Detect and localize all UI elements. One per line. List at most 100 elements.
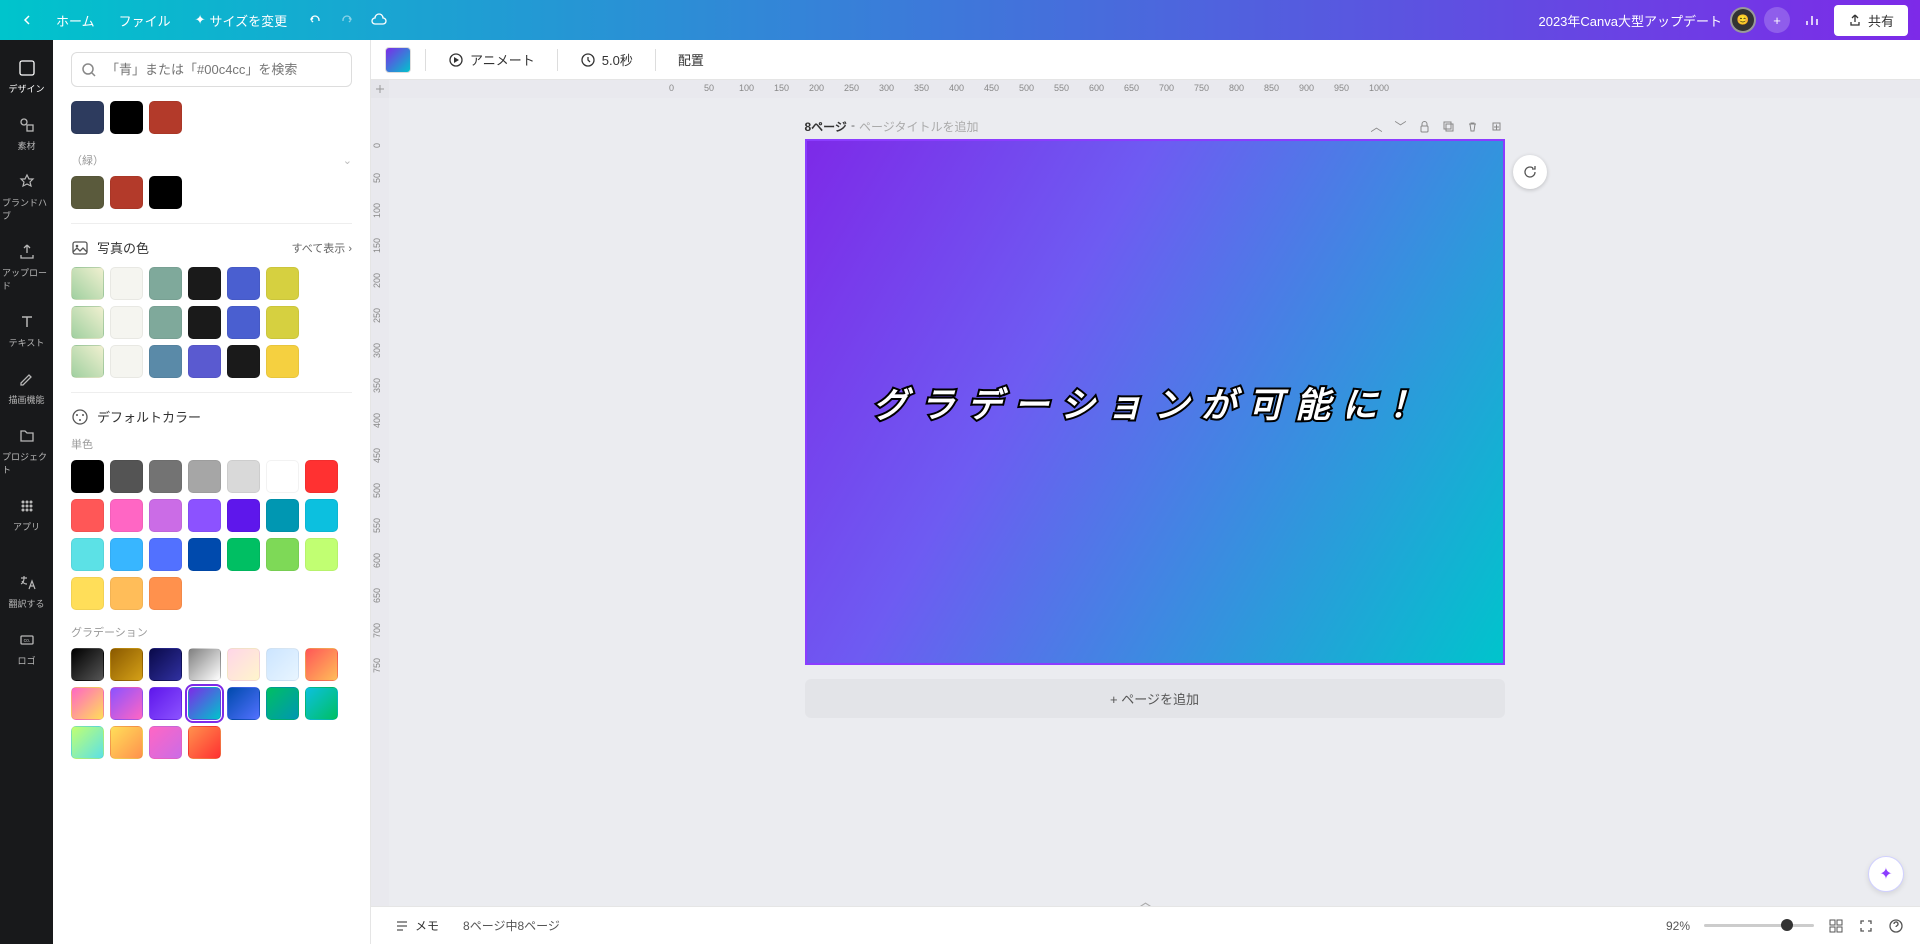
animate-button[interactable]: アニメート [440, 46, 543, 73]
color-swatch[interactable] [227, 267, 260, 300]
nav-design[interactable]: デザイン [0, 48, 53, 105]
color-swatch[interactable] [110, 267, 143, 300]
show-all-button[interactable]: すべて表示 › [291, 240, 352, 256]
color-swatch[interactable] [149, 577, 182, 610]
color-swatch[interactable] [266, 267, 299, 300]
color-swatch[interactable] [71, 460, 104, 493]
color-swatch[interactable] [188, 460, 221, 493]
resize-button[interactable]: ✦ サイズを変更 [185, 5, 298, 36]
nav-upload[interactable]: アップロード [0, 232, 53, 302]
color-swatch[interactable] [305, 460, 338, 493]
color-swatch[interactable] [71, 499, 104, 532]
color-swatch[interactable] [110, 648, 143, 681]
canvas-page[interactable]: グラデーションが可能に！ [805, 139, 1505, 665]
color-swatch[interactable] [149, 345, 182, 378]
color-swatch[interactable] [149, 460, 182, 493]
color-swatch[interactable] [110, 101, 143, 134]
color-swatch[interactable] [149, 538, 182, 571]
canvas-text[interactable]: グラデーションが可能に！ [873, 377, 1436, 428]
color-swatch[interactable] [149, 648, 182, 681]
position-button[interactable]: 配置 [670, 46, 712, 73]
expand-handle[interactable]: ︿ [1126, 894, 1166, 906]
zoom-value[interactable]: 92% [1666, 919, 1690, 933]
color-swatch[interactable] [266, 538, 299, 571]
color-swatch[interactable] [227, 306, 260, 339]
share-button[interactable]: 共有 [1834, 5, 1908, 36]
help-button[interactable] [1888, 918, 1904, 934]
color-swatch[interactable] [227, 345, 260, 378]
color-swatch[interactable] [188, 306, 221, 339]
nav-draw[interactable]: 描画機能 [0, 359, 53, 416]
color-swatch[interactable] [149, 176, 182, 209]
home-button[interactable]: ホーム [46, 5, 105, 36]
color-swatch[interactable] [149, 499, 182, 532]
duration-button[interactable]: 5.0秒 [572, 46, 641, 73]
magic-button[interactable]: ✦ [1868, 856, 1904, 892]
color-swatch[interactable] [227, 648, 260, 681]
project-title[interactable]: 2023年Canva大型アップデート [1538, 11, 1722, 30]
photo-thumb[interactable] [71, 306, 104, 339]
nav-apps[interactable]: アプリ [0, 486, 53, 543]
color-swatch[interactable] [188, 687, 221, 720]
delete-page-button[interactable] [1465, 119, 1481, 135]
more-page-button[interactable] [1489, 119, 1505, 135]
color-swatch[interactable] [266, 687, 299, 720]
color-swatch[interactable] [227, 460, 260, 493]
color-swatch[interactable] [227, 687, 260, 720]
color-swatch[interactable] [188, 345, 221, 378]
color-swatch[interactable] [305, 687, 338, 720]
undo-button[interactable] [301, 6, 329, 34]
color-swatch[interactable] [305, 538, 338, 571]
nav-text[interactable]: テキスト [0, 302, 53, 359]
zoom-slider[interactable] [1704, 924, 1814, 927]
color-swatch[interactable] [110, 345, 143, 378]
redo-button[interactable] [333, 6, 361, 34]
color-swatch[interactable] [71, 726, 104, 759]
color-swatch[interactable] [227, 538, 260, 571]
fill-color-button[interactable] [385, 47, 411, 73]
color-swatch[interactable] [110, 687, 143, 720]
color-swatch[interactable] [266, 648, 299, 681]
add-page-button[interactable]: + ページを追加 [805, 679, 1505, 718]
color-search-input[interactable] [71, 52, 352, 87]
color-swatch[interactable] [188, 267, 221, 300]
nav-brandhub[interactable]: ブランドハブ [0, 162, 53, 232]
color-swatch[interactable] [305, 499, 338, 532]
grid-view-button[interactable] [1828, 918, 1844, 934]
chevron-down-icon[interactable]: ⌄ [343, 154, 352, 167]
color-swatch[interactable] [110, 577, 143, 610]
lock-page-button[interactable] [1417, 119, 1433, 135]
color-swatch[interactable] [149, 687, 182, 720]
color-swatch[interactable] [110, 499, 143, 532]
nav-elements[interactable]: 素材 [0, 105, 53, 162]
color-swatch[interactable] [71, 538, 104, 571]
add-member-button[interactable]: + [1764, 7, 1790, 33]
color-swatch[interactable] [110, 538, 143, 571]
file-menu[interactable]: ファイル [109, 5, 181, 36]
fullscreen-button[interactable] [1858, 918, 1874, 934]
color-swatch[interactable] [71, 577, 104, 610]
back-button[interactable] [12, 9, 42, 31]
color-swatch[interactable] [149, 306, 182, 339]
analytics-button[interactable] [1798, 6, 1826, 34]
color-swatch[interactable] [305, 648, 338, 681]
color-swatch[interactable] [71, 687, 104, 720]
color-swatch[interactable] [149, 267, 182, 300]
color-swatch[interactable] [110, 726, 143, 759]
color-swatch[interactable] [110, 176, 143, 209]
page-down-button[interactable]: ﹀ [1393, 119, 1409, 135]
color-swatch[interactable] [71, 176, 104, 209]
color-swatch[interactable] [188, 538, 221, 571]
color-swatch[interactable] [71, 648, 104, 681]
color-swatch[interactable] [266, 460, 299, 493]
duplicate-page-button[interactable] [1441, 119, 1457, 135]
color-swatch[interactable] [149, 101, 182, 134]
color-swatch[interactable] [188, 648, 221, 681]
notes-button[interactable]: メモ [387, 913, 447, 938]
color-swatch[interactable] [227, 499, 260, 532]
color-swatch[interactable] [266, 306, 299, 339]
page-up-button[interactable]: ︿ [1369, 119, 1385, 135]
color-swatch[interactable] [110, 460, 143, 493]
color-swatch[interactable] [71, 101, 104, 134]
color-swatch[interactable] [149, 726, 182, 759]
